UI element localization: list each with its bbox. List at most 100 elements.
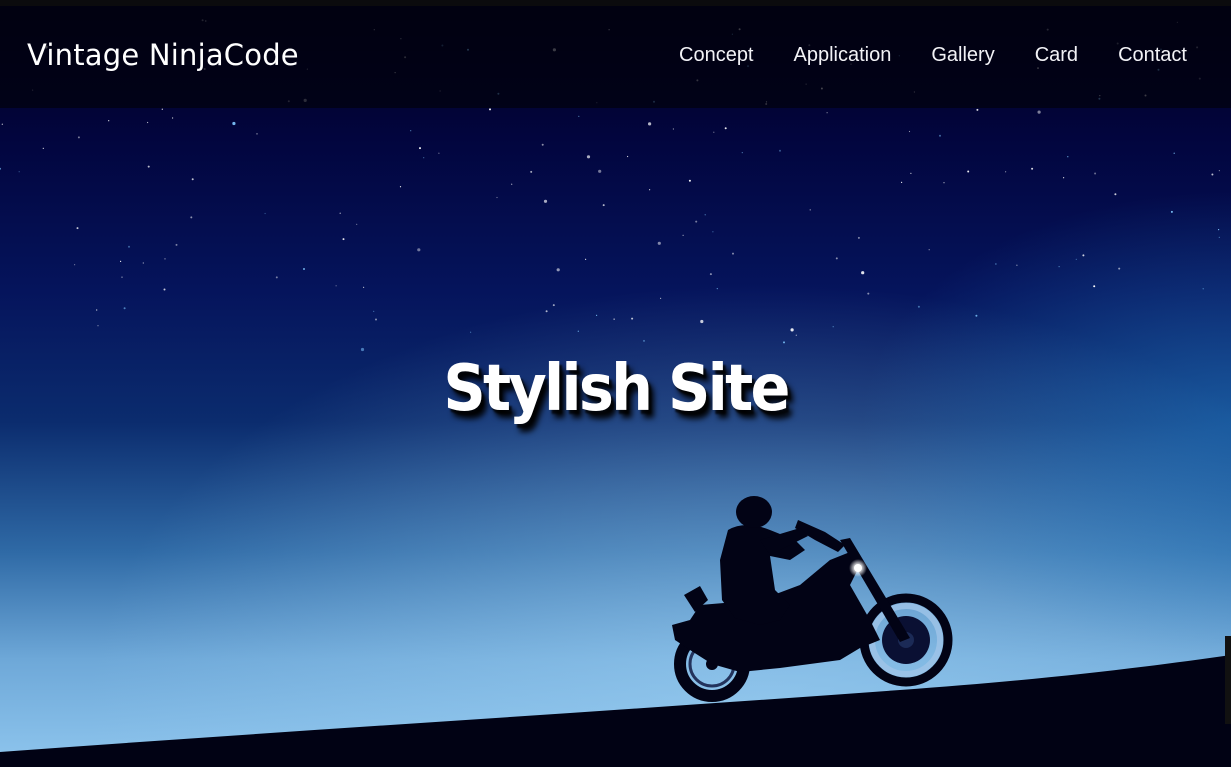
star bbox=[790, 328, 794, 332]
star bbox=[1, 123, 3, 125]
star bbox=[1075, 258, 1077, 260]
star bbox=[161, 108, 163, 110]
star bbox=[908, 130, 911, 133]
star bbox=[511, 183, 513, 185]
star bbox=[857, 236, 860, 239]
star bbox=[77, 136, 80, 139]
star bbox=[943, 182, 945, 184]
star bbox=[660, 297, 662, 299]
star bbox=[108, 120, 110, 122]
star bbox=[172, 117, 174, 119]
star bbox=[741, 152, 743, 154]
scrollbar-edge bbox=[1225, 636, 1231, 724]
nav-link-gallery[interactable]: Gallery bbox=[931, 44, 994, 66]
star bbox=[1170, 210, 1173, 213]
star bbox=[867, 292, 870, 295]
star bbox=[1005, 171, 1007, 173]
star bbox=[1211, 173, 1214, 176]
nav-item-concept: Concept bbox=[679, 44, 754, 67]
star bbox=[373, 310, 375, 312]
nav-link-concept[interactable]: Concept bbox=[679, 44, 754, 66]
star bbox=[578, 115, 580, 117]
star bbox=[356, 223, 358, 225]
star bbox=[275, 276, 278, 279]
star bbox=[339, 212, 341, 214]
star bbox=[556, 268, 560, 272]
star bbox=[120, 260, 122, 262]
star bbox=[1118, 267, 1121, 270]
nav-item-gallery: Gallery bbox=[931, 44, 994, 67]
star bbox=[342, 238, 345, 241]
nav-item-card: Card bbox=[1035, 44, 1078, 67]
star bbox=[716, 288, 718, 290]
star bbox=[423, 157, 425, 159]
star bbox=[303, 268, 305, 270]
star bbox=[682, 234, 684, 236]
star bbox=[1218, 236, 1220, 238]
star bbox=[835, 257, 838, 260]
star bbox=[695, 220, 698, 223]
star bbox=[995, 263, 997, 265]
star bbox=[1016, 264, 1018, 266]
star bbox=[602, 204, 605, 207]
star bbox=[928, 249, 930, 251]
star bbox=[975, 314, 978, 317]
star bbox=[97, 325, 99, 327]
star bbox=[175, 243, 178, 246]
star bbox=[1218, 170, 1220, 172]
star bbox=[649, 189, 651, 191]
star bbox=[732, 252, 734, 255]
star bbox=[631, 317, 634, 320]
nav-item-contact: Contact bbox=[1118, 44, 1187, 67]
star bbox=[121, 276, 123, 278]
nav-link-card[interactable]: Card bbox=[1035, 44, 1078, 66]
star bbox=[809, 209, 811, 211]
star bbox=[552, 304, 555, 307]
star bbox=[360, 347, 365, 352]
star bbox=[1094, 172, 1097, 175]
star bbox=[1063, 177, 1065, 179]
star bbox=[363, 286, 365, 288]
star bbox=[910, 172, 912, 174]
star bbox=[1093, 285, 1096, 288]
star bbox=[577, 330, 579, 332]
star bbox=[861, 271, 865, 275]
star bbox=[709, 273, 712, 276]
nav-item-application: Application bbox=[794, 44, 892, 67]
star bbox=[672, 128, 675, 130]
nav-link-contact[interactable]: Contact bbox=[1118, 44, 1187, 66]
star bbox=[917, 305, 920, 308]
star bbox=[191, 178, 194, 181]
top-strip bbox=[0, 0, 1231, 6]
star bbox=[264, 212, 266, 215]
star bbox=[901, 181, 903, 183]
star bbox=[657, 241, 661, 245]
star bbox=[688, 179, 691, 182]
star bbox=[779, 149, 781, 152]
star bbox=[598, 169, 602, 173]
star bbox=[335, 285, 337, 287]
star bbox=[438, 152, 440, 154]
star bbox=[76, 227, 79, 230]
star bbox=[585, 258, 587, 260]
star bbox=[470, 331, 472, 333]
star bbox=[586, 155, 591, 159]
star bbox=[1082, 254, 1085, 257]
star bbox=[147, 165, 150, 168]
star bbox=[712, 231, 714, 233]
star bbox=[123, 307, 126, 310]
star bbox=[1114, 193, 1117, 196]
star bbox=[783, 341, 785, 344]
page: Vintage NinjaCode Concept Application Ga… bbox=[0, 0, 1231, 767]
star bbox=[232, 121, 236, 126]
star bbox=[530, 170, 533, 173]
star bbox=[410, 130, 412, 132]
star bbox=[1173, 152, 1175, 154]
nav-link-application[interactable]: Application bbox=[794, 44, 892, 66]
star bbox=[164, 258, 166, 260]
site-logo[interactable]: Vintage NinjaCode bbox=[27, 38, 299, 72]
star bbox=[826, 112, 828, 114]
hero-title: Stylish Site bbox=[443, 352, 790, 426]
star bbox=[643, 339, 645, 342]
star bbox=[700, 319, 704, 324]
